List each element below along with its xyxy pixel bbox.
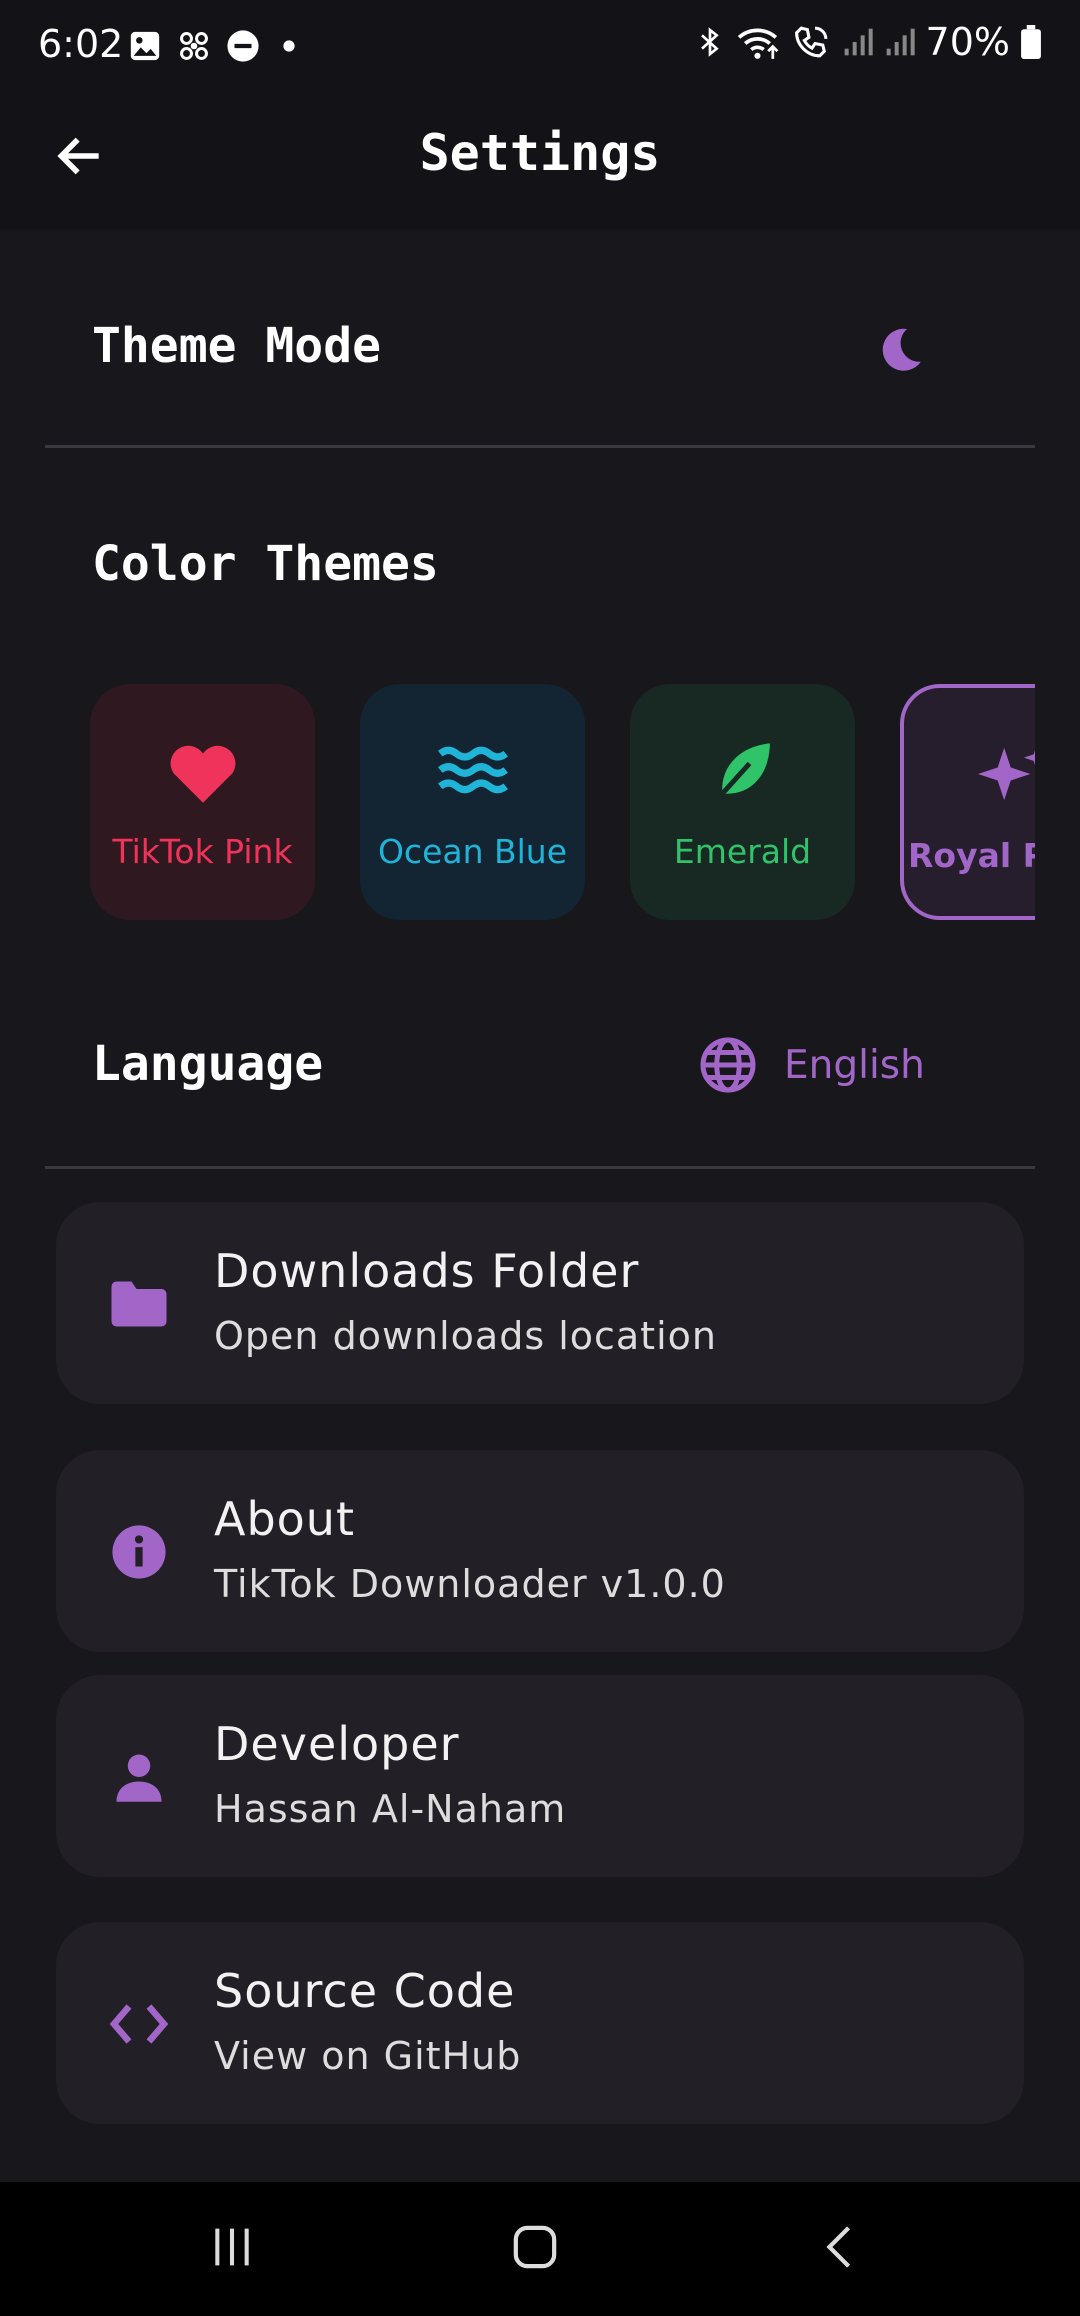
downloads-folder-item[interactable]: Downloads Folder Open downloads location [56, 1202, 1024, 1404]
home-button[interactable] [512, 2224, 558, 2270]
theme-label: Ocean Blue [377, 832, 568, 871]
battery-percent: 70% [925, 20, 1010, 64]
back-icon [826, 2226, 851, 2268]
theme-card-royal-purple[interactable]: Royal Pu [900, 684, 1035, 920]
item-subtitle: View on GitHub [214, 2034, 522, 2078]
item-subtitle: Open downloads location [214, 1314, 717, 1358]
language-label: Language [92, 1036, 324, 1092]
signal-icon [844, 28, 873, 56]
heart-icon [170, 745, 235, 803]
status-time: 6:02 [38, 22, 124, 66]
theme-card-tiktok-pink[interactable]: TikTok Pink [90, 684, 315, 920]
language-value: English [784, 1042, 925, 1088]
item-subtitle: TikTok Downloader v1.0.0 [214, 1562, 726, 1606]
about-item[interactable]: About TikTok Downloader v1.0.0 [56, 1450, 1024, 1652]
item-subtitle: Hassan Al-Naham [214, 1787, 567, 1831]
globe-icon [700, 1037, 756, 1093]
item-title: Source Code [214, 1964, 516, 2018]
source-code-item[interactable]: Source Code View on GitHub [56, 1922, 1024, 2124]
recents-button[interactable] [210, 2224, 254, 2270]
wifi-icon [737, 28, 778, 59]
dot-icon [283, 40, 295, 52]
info-icon [112, 1525, 166, 1579]
gallery-icon [130, 31, 160, 61]
theme-label: Royal Pu [908, 836, 1035, 875]
color-themes-label: Color Themes [92, 536, 439, 592]
divider [45, 445, 1035, 448]
home-icon [513, 2225, 557, 2269]
fan-icon [180, 32, 208, 60]
theme-card-emerald[interactable]: Emerald [630, 684, 855, 920]
theme-mode-label: Theme Mode [92, 318, 381, 374]
battery-icon [1021, 25, 1041, 59]
item-title: Downloads Folder [214, 1244, 640, 1298]
signal-icon [886, 28, 915, 56]
theme-mode-toggle[interactable] [872, 322, 928, 378]
wifi-call-icon [794, 26, 827, 58]
leaf-icon [716, 737, 775, 799]
page-title: Settings [419, 124, 661, 182]
theme-label: Emerald [673, 832, 812, 871]
folder-icon [111, 1281, 167, 1327]
nav-back-button[interactable] [822, 2224, 856, 2270]
item-title: Developer [214, 1717, 460, 1771]
theme-label: TikTok Pink [112, 832, 293, 871]
waves-icon [437, 746, 508, 794]
theme-card-ocean-blue[interactable]: Ocean Blue [360, 684, 585, 920]
dnd-icon [227, 30, 259, 62]
moon-icon [882, 328, 921, 371]
divider [45, 1166, 1035, 1169]
item-title: About [214, 1492, 356, 1546]
status-right-icons: 70% [694, 20, 1042, 64]
status-left-icons [128, 28, 304, 64]
sparkle-icon [978, 747, 1035, 801]
developer-item[interactable]: Developer Hassan Al-Naham [56, 1675, 1024, 1877]
color-themes-list: TikTok Pink Ocean Blue Emerald Royal Pu [45, 670, 1035, 940]
recents-icon [215, 2228, 249, 2266]
code-icon [109, 2004, 169, 2044]
person-icon [116, 1754, 162, 1802]
bluetooth-icon [700, 27, 719, 57]
language-selector[interactable]: English [698, 1035, 925, 1095]
